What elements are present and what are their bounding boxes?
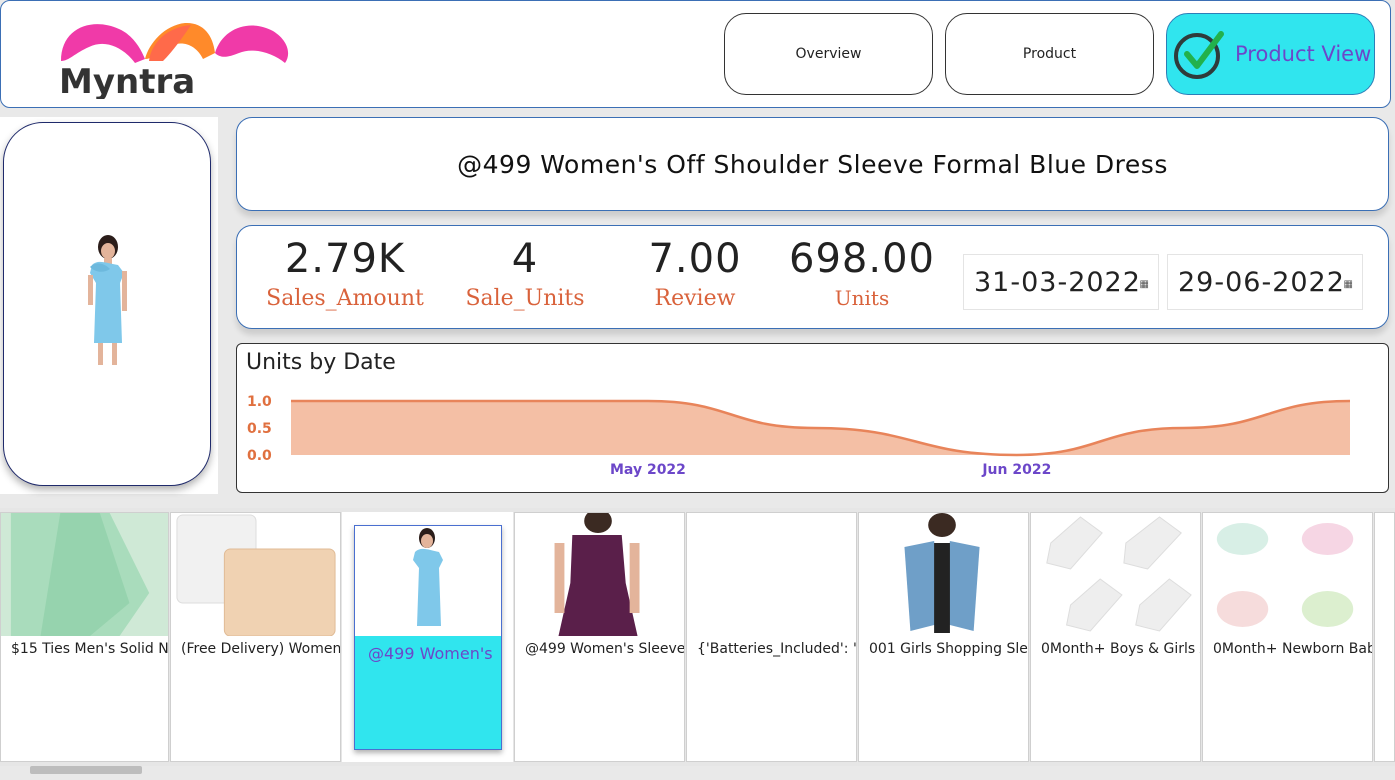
blank-image	[687, 513, 856, 636]
chart-plot: 1.0 0.5 0.0 May 2022 Jun 2022	[247, 394, 1351, 478]
product-title: @499 Women's Off Shoulder Sleeve Formal …	[457, 149, 1168, 179]
product-view-nav-label: Product View	[1235, 42, 1372, 66]
kpi-review-value: 7.00	[648, 236, 742, 282]
kpi-sales-amount: 2.79K Sales_Amount	[257, 236, 433, 311]
product-tile-1[interactable]: $15 Ties Men's Solid N	[0, 512, 169, 762]
kpi-review-label: Review	[654, 286, 736, 311]
product-tile-3[interactable]: @499 Women's	[342, 512, 513, 762]
denim-vest-image	[859, 513, 1028, 636]
end-date-value: 29-06-2022	[1178, 266, 1345, 298]
check-circle-icon	[1174, 31, 1224, 79]
product-tile-caption: 0Month+ Boys & Girls A	[1041, 641, 1201, 657]
product-title-card: @499 Women's Off Shoulder Sleeve Formal …	[236, 117, 1389, 211]
product-tile-caption: 0Month+ Newborn Bab	[1213, 641, 1373, 657]
start-date-input[interactable]: 31-03-2022 ▦	[963, 254, 1159, 310]
kpi-units: 698.00 Units	[777, 236, 947, 310]
end-date-input[interactable]: 29-06-2022 ▦	[1167, 254, 1363, 310]
selected-tile-highlight: @499 Women's	[354, 525, 502, 750]
product-tile-2[interactable]: (Free Delivery) Women	[170, 512, 341, 762]
x-tick-label: Jun 2022	[981, 462, 1051, 478]
product-tile-caption: $15 Ties Men's Solid N	[11, 641, 169, 657]
purple-dress-image	[515, 513, 684, 636]
product-nav-label: Product	[1022, 46, 1077, 62]
kpi-sale-units-value: 4	[511, 236, 539, 282]
product-view-nav-button[interactable]: Product View	[1166, 13, 1375, 95]
kpi-sales-amount-label: Sales_Amount	[266, 286, 424, 311]
blue-dress-image	[88, 235, 127, 365]
y-tick-label: 0.0	[247, 448, 272, 464]
myntra-logo: Myntra	[59, 22, 289, 99]
kpi-review: 7.00 Review	[617, 236, 773, 311]
calendar-icon[interactable]: ▦	[1344, 279, 1354, 290]
kpi-units-label: Units	[834, 286, 890, 310]
white-socks-image	[1031, 513, 1200, 636]
green-tie-image	[1, 513, 168, 636]
product-nav-button[interactable]: Product	[945, 13, 1154, 95]
product-tile-caption: {'Batteries_Included': 'N	[697, 641, 857, 657]
y-tick-label: 1.0	[247, 394, 272, 410]
kpi-card: 2.79K Sales_Amount 4 Sale_Units 7.00 Rev…	[236, 225, 1389, 329]
x-tick-label: May 2022	[610, 462, 686, 478]
kpi-sale-units: 4 Sale_Units	[437, 236, 613, 311]
start-date-value: 31-03-2022	[974, 266, 1141, 298]
product-tile-partial[interactable]	[1374, 512, 1395, 762]
product-image-card	[3, 122, 211, 486]
baby-caps-image	[1203, 513, 1372, 636]
product-tile-7[interactable]: 0Month+ Boys & Girls A	[1030, 512, 1201, 762]
product-tile-6[interactable]: 001 Girls Shopping Sle	[858, 512, 1029, 762]
product-tile-caption: @499 Women's	[368, 644, 493, 663]
product-tile-caption: 001 Girls Shopping Sle	[869, 641, 1028, 657]
units-by-date-chart: Units by Date 1.0 0.5 0.0 May 2022 Jun 2022	[236, 343, 1389, 493]
horizontal-scrollbar-thumb[interactable]	[30, 766, 142, 774]
bra-hook-extender-image	[171, 513, 340, 636]
blue-dress-image	[355, 526, 501, 636]
product-tile-caption: @499 Women's Sleeve	[525, 641, 685, 657]
product-tile-8[interactable]: 0Month+ Newborn Bab	[1202, 512, 1373, 762]
overview-nav-label: Overview	[795, 46, 862, 62]
overview-nav-button[interactable]: Overview	[724, 13, 933, 95]
product-tile-5[interactable]: {'Batteries_Included': 'N	[686, 512, 857, 762]
product-tile-4[interactable]: @499 Women's Sleeve	[514, 512, 685, 762]
product-tile-caption: (Free Delivery) Women	[181, 641, 341, 657]
calendar-icon[interactable]: ▦	[1140, 279, 1150, 290]
kpi-sales-amount-value: 2.79K	[284, 236, 406, 282]
kpi-units-value: 698.00	[789, 236, 935, 282]
svg-text:Myntra: Myntra	[59, 62, 195, 99]
kpi-sale-units-label: Sale_Units	[465, 286, 585, 311]
y-tick-label: 0.5	[247, 421, 272, 437]
